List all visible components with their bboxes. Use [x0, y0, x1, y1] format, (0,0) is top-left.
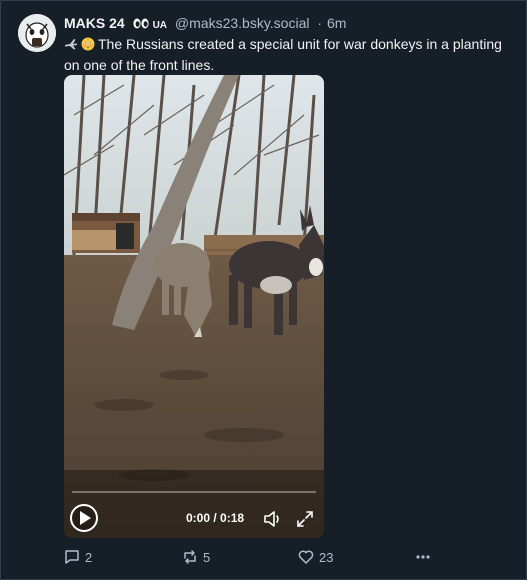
post-text: The Russians created a special unit for …	[64, 36, 502, 73]
avatar-image	[18, 14, 56, 52]
more-icon	[416, 555, 430, 559]
like-count: 23	[319, 549, 334, 565]
post-timestamp[interactable]: 6m	[327, 15, 346, 31]
author-handle[interactable]: @maks23.bsky.social	[175, 15, 310, 31]
separator-dot: ·	[317, 15, 323, 31]
reply-button[interactable]: 2	[64, 548, 92, 566]
repost-count: 5	[203, 549, 211, 565]
play-button[interactable]	[70, 504, 98, 532]
heart-icon	[298, 550, 314, 564]
play-icon	[80, 511, 91, 525]
reply-count: 2	[85, 549, 93, 565]
eyes-emoji-icon	[132, 16, 149, 33]
video-progress-bar[interactable]	[72, 491, 316, 493]
repost-button[interactable]: 5	[182, 548, 210, 566]
repost-icon	[184, 550, 196, 564]
airplane-emoji-icon	[64, 37, 78, 56]
like-button[interactable]: 23	[298, 548, 333, 566]
reply-icon	[65, 550, 79, 564]
flushed-face-emoji-icon	[81, 37, 95, 56]
fullscreen-icon[interactable]	[297, 511, 313, 527]
volume-icon[interactable]	[264, 511, 282, 527]
display-name[interactable]: MAKS 24	[64, 15, 125, 31]
post-header: MAKS 24 UA @maks23.bsky.social · 6m	[64, 15, 515, 34]
post-text-container: The Russians created a special unit for …	[64, 35, 519, 75]
video-frame	[64, 75, 324, 538]
country-badge: UA	[152, 20, 168, 31]
video-player[interactable]: 0:00 / 0:18	[64, 75, 324, 538]
more-options-button[interactable]	[415, 548, 431, 566]
video-time-display: 0:00 / 0:18	[186, 511, 245, 525]
avatar[interactable]	[18, 14, 56, 52]
post-actions: 2 5 23	[64, 548, 515, 566]
